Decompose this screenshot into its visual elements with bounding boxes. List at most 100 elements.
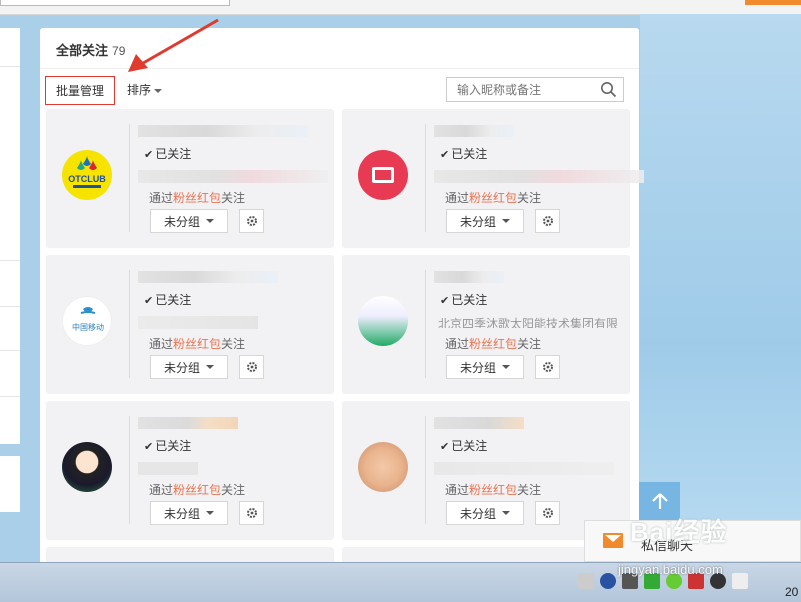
via-prefix: 通过 (445, 483, 470, 497)
user-description: 北京四季沐歌太阳能技术集团有限 (438, 317, 619, 328)
search-input[interactable] (447, 78, 597, 101)
via-suffix: 关注 (517, 337, 542, 351)
follow-status: ✔ 已关注 (144, 291, 191, 308)
gear-icon (542, 362, 553, 372)
group-label: 未分组 (163, 506, 200, 521)
via-suffix: 关注 (221, 483, 246, 497)
avatar[interactable] (358, 442, 408, 492)
user-name-blurred[interactable] (434, 125, 514, 137)
avatar-logo-text: OTCLUB (68, 174, 106, 184)
via-highlight[interactable]: 粉丝红包 (173, 483, 221, 497)
via-prefix: 通过 (445, 337, 470, 351)
follow-source: 通过粉丝红包关注 (149, 189, 245, 206)
via-prefix: 通过 (149, 483, 174, 497)
via-highlight[interactable]: 粉丝红包 (469, 337, 517, 351)
left-sidebar (0, 28, 20, 444)
chevron-down-icon (206, 365, 214, 369)
user-desc-blurred (434, 170, 644, 183)
follow-source: 通过粉丝红包关注 (149, 481, 245, 498)
via-suffix: 关注 (221, 191, 246, 205)
group-dropdown[interactable]: 未分组 (150, 209, 228, 233)
baidu-jingyan-watermark: Bai经验 jingyan.baidu.com (600, 510, 800, 590)
top-orange-tab[interactable] (745, 0, 801, 5)
via-prefix: 通过 (149, 337, 174, 351)
avatar[interactable] (62, 442, 112, 492)
divider (129, 270, 130, 378)
page-title: 全部关注 79 (56, 40, 125, 59)
via-prefix: 通过 (149, 191, 174, 205)
chevron-down-icon (154, 88, 163, 93)
group-label: 未分组 (163, 360, 200, 375)
divider (129, 416, 130, 524)
chevron-down-icon (206, 511, 214, 515)
sort-label: 排序 (127, 83, 152, 97)
page-background (640, 14, 801, 562)
watermark-brand: Bai经验 (630, 517, 728, 547)
via-highlight[interactable]: 粉丝红包 (173, 191, 221, 205)
divider (425, 416, 426, 524)
checkmark-icon: ✔ (440, 441, 450, 453)
group-label: 未分组 (163, 214, 200, 229)
avatar[interactable]: OTCLUB (62, 150, 112, 200)
address-field[interactable] (0, 0, 230, 6)
follow-status-label: 已关注 (155, 147, 192, 161)
follow-source: 通过粉丝红包关注 (445, 481, 541, 498)
via-highlight[interactable]: 粉丝红包 (469, 483, 517, 497)
follow-status: ✔ 已关注 (440, 437, 487, 454)
batch-manage-button[interactable]: 批量管理 (45, 76, 115, 105)
settings-button[interactable] (535, 209, 560, 233)
via-suffix: 关注 (517, 483, 542, 497)
group-label: 未分组 (459, 214, 496, 229)
divider (425, 270, 426, 378)
group-dropdown[interactable]: 未分组 (446, 501, 524, 525)
follow-card: ✔ 已关注 通过粉丝红包关注 未分组 (342, 109, 644, 248)
search-icon[interactable] (600, 81, 617, 98)
chevron-down-icon (502, 365, 510, 369)
search-box[interactable] (446, 77, 624, 102)
avatar-logo-text: 中国移动 (72, 322, 104, 332)
gear-icon (542, 216, 553, 226)
arrow-up-icon (651, 493, 668, 509)
avatar[interactable]: 中国移动 (62, 296, 112, 346)
via-highlight[interactable]: 粉丝红包 (173, 337, 221, 351)
settings-button[interactable] (535, 355, 560, 379)
via-suffix: 关注 (221, 337, 246, 351)
user-desc-blurred (138, 170, 328, 183)
left-sidebar-lower (0, 456, 20, 512)
gear-icon (246, 362, 257, 372)
follow-status: ✔ 已关注 (440, 145, 487, 162)
via-prefix: 通过 (445, 191, 470, 205)
user-name-blurred[interactable] (434, 417, 524, 429)
follow-card: OTCLUB ✔ 已关注 通过粉丝红包关注 未分组 (46, 109, 334, 248)
group-dropdown[interactable]: 未分组 (150, 355, 228, 379)
avatar[interactable] (358, 296, 408, 346)
checkmark-icon: ✔ (440, 149, 450, 161)
checkmark-icon: ✔ (440, 295, 450, 307)
user-name-blurred[interactable] (138, 271, 278, 283)
user-name-blurred[interactable] (138, 125, 308, 137)
follow-status-label: 已关注 (155, 293, 192, 307)
settings-button[interactable] (239, 209, 264, 233)
group-dropdown[interactable]: 未分组 (446, 209, 524, 233)
via-highlight[interactable]: 粉丝红包 (469, 191, 517, 205)
watermark-url: jingyan.baidu.com (618, 562, 723, 577)
follow-status-label: 已关注 (451, 147, 488, 161)
group-dropdown[interactable]: 未分组 (446, 355, 524, 379)
avatar[interactable] (358, 150, 408, 200)
group-dropdown[interactable]: 未分组 (150, 501, 228, 525)
user-desc-blurred (138, 316, 258, 329)
follow-card: ✔ 已关注 通过粉丝红包关注 未分组 (46, 401, 334, 540)
chevron-down-icon (502, 219, 510, 223)
follow-card: 中国移动 ✔ 已关注 通过粉丝红包关注 未分组 (46, 255, 334, 394)
user-name-blurred[interactable] (138, 417, 238, 429)
via-suffix: 关注 (517, 191, 542, 205)
follow-status-label: 已关注 (451, 293, 488, 307)
browser-top-bar (0, 0, 801, 15)
user-name-blurred[interactable] (434, 271, 504, 283)
follow-panel: 全部关注79 批量管理 排序 OTCLUB ✔已关注 (40, 18, 644, 573)
settings-button[interactable] (239, 501, 264, 525)
keyboard-icon[interactable] (578, 573, 594, 589)
user-desc-blurred (138, 462, 198, 475)
settings-button[interactable] (535, 501, 560, 525)
settings-button[interactable] (239, 355, 264, 379)
